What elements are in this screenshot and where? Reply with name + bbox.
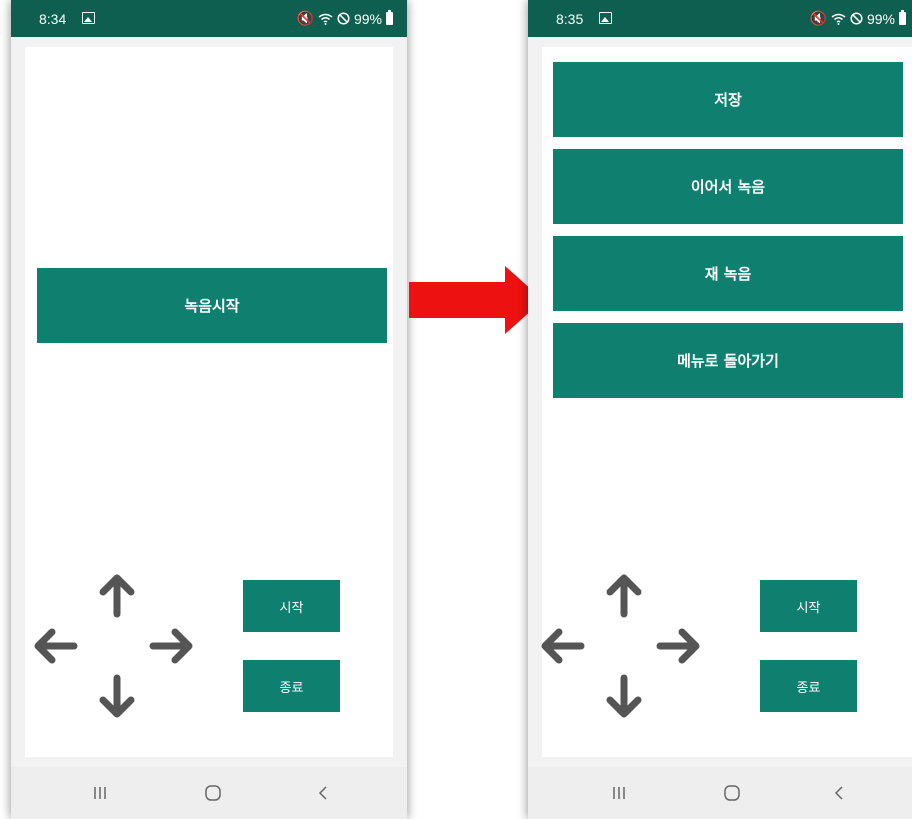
stop-button[interactable]: 종료	[760, 660, 857, 712]
back-icon[interactable]	[308, 781, 338, 805]
start-button[interactable]: 시작	[243, 580, 340, 632]
arrow-left-icon[interactable]	[537, 620, 589, 672]
wifi-icon	[318, 13, 333, 25]
wifi-icon	[831, 13, 846, 25]
status-time: 8:35	[556, 11, 584, 27]
arrow-left-icon[interactable]	[30, 620, 82, 672]
home-icon[interactable]	[198, 781, 228, 805]
status-bar: 8:35 🔇 99%	[528, 0, 912, 37]
continue-recording-button[interactable]: 이어서 녹음	[553, 149, 903, 224]
start-button[interactable]: 시작	[760, 580, 857, 632]
navigation-bar	[11, 767, 407, 819]
status-time: 8:34	[39, 11, 67, 27]
do-not-disturb-icon	[337, 12, 350, 25]
recent-apps-icon[interactable]	[85, 781, 115, 805]
re-record-button[interactable]: 재 녹음	[553, 236, 903, 311]
mute-icon: 🔇	[809, 10, 827, 26]
save-button[interactable]: 저장	[553, 62, 903, 137]
battery-percent: 99%	[353, 10, 382, 27]
app-screen: 저장 이어서 녹음 재 녹음 메뉴로 돌아가기 시작 종료	[541, 47, 912, 757]
battery-percent: 99%	[866, 10, 895, 27]
stop-button[interactable]: 종료	[243, 660, 340, 712]
do-not-disturb-icon	[850, 12, 863, 25]
mute-icon: 🔇	[296, 10, 314, 26]
recent-apps-icon[interactable]	[604, 781, 634, 805]
battery-icon	[386, 10, 393, 25]
arrow-down-icon[interactable]	[91, 670, 143, 722]
status-bar: 8:34 🔇 99%	[11, 0, 407, 37]
arrow-up-icon[interactable]	[598, 570, 650, 622]
battery-icon	[899, 10, 906, 25]
arrow-right-icon[interactable]	[145, 620, 197, 672]
back-to-menu-button[interactable]: 메뉴로 돌아가기	[553, 323, 903, 398]
navigation-bar	[528, 767, 912, 819]
phone-screen-after: 8:35 🔇 99% 저장 이어서 녹음 재 녹음 메뉴로 돌아가기 시작 종료	[528, 0, 912, 819]
app-screen: 녹음시작 시작 종료	[25, 47, 393, 757]
phone-screen-before: 8:34 🔇 99% 녹음시작 시작 종료	[11, 0, 407, 819]
gallery-icon	[82, 12, 95, 24]
back-icon[interactable]	[824, 781, 854, 805]
arrow-up-icon[interactable]	[91, 570, 143, 622]
red-arrow-right-icon	[409, 266, 543, 334]
record-start-button[interactable]: 녹음시작	[37, 268, 387, 343]
arrow-down-icon[interactable]	[598, 670, 650, 722]
home-icon[interactable]	[717, 781, 747, 805]
gallery-icon	[599, 12, 612, 24]
arrow-right-icon[interactable]	[652, 620, 704, 672]
